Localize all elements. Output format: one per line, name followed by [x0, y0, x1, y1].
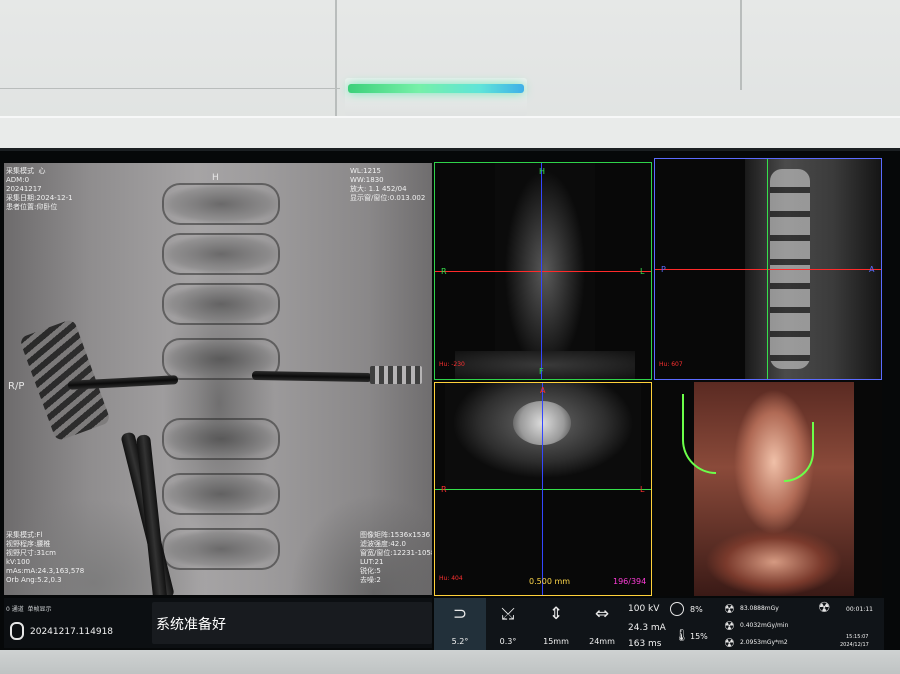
screw-thread [370, 366, 422, 384]
xray-info-top-right: WL:1215 WW:1830 放大: 1.1 452/04 显示窗/窗位:0.… [350, 167, 426, 202]
vertebra [162, 183, 280, 225]
crosshair-horizontal[interactable] [435, 489, 651, 490]
axial-hu-value: Hu: 404 [439, 575, 463, 582]
radiation-icon: ☢ [724, 619, 735, 633]
3d-volume-view[interactable] [654, 382, 882, 596]
axial-left-label: R [441, 485, 447, 494]
coronal-anatomy [455, 351, 635, 379]
mpr-coronal-view[interactable]: H F R L Hu: -230 [434, 162, 652, 380]
xray-info-bottom-left: 采集模式:Fl 视野程序:腰椎 视野尺寸:31cm kV:100 mAs:mA:… [6, 531, 85, 584]
angle-1-value: 5.2° [451, 637, 469, 646]
clock-date: 2024/12/17 [840, 642, 869, 648]
ma-value: 24.3 mA [628, 623, 666, 633]
angle-2-button[interactable]: ⤩ 0.3° [482, 598, 534, 650]
app-label: 0 通道 单帧显示 [6, 606, 52, 613]
move-vertical-icon: ⇕ [548, 604, 564, 624]
tube-heat-icon [670, 602, 684, 616]
sagittal-left-label: P [661, 265, 666, 274]
radiation-icon: ☢ [724, 602, 735, 616]
distance-2-value: 24mm [589, 637, 615, 646]
slice-index: 196/394 [613, 577, 647, 586]
xray-info-top-left: 采集模式 心 ADM:0 20241217 采集日期:2024-12-1 患者位… [6, 167, 73, 211]
crosshair-vertical[interactable] [767, 159, 768, 379]
mpr-sagittal-view[interactable]: P A Hu: 607 [654, 158, 882, 380]
guide-wire-left [682, 394, 716, 474]
temp-value: 15% [690, 632, 708, 641]
vertebra [162, 528, 280, 570]
guide-rod-right [251, 370, 373, 383]
distance-1-value: 15mm [543, 637, 569, 646]
clock-time: 15:15:07 [846, 634, 869, 640]
ceiling-seam [0, 88, 340, 89]
sagittal-hu-value: Hu: 607 [659, 361, 683, 368]
status-lamp-light [348, 84, 524, 93]
status-message: 系统准备好 [156, 617, 226, 633]
distance-1-button[interactable]: ⇕ 15mm [530, 598, 582, 650]
kv-value: 100 kV [628, 604, 660, 614]
move-horizontal-icon: ⇔ [594, 604, 610, 624]
coronal-right-label: L [640, 267, 645, 276]
dose-rate: 0.4032mGy/min [740, 622, 789, 629]
coronal-bottom-label: F [539, 367, 544, 376]
vertebra [162, 418, 280, 460]
crosshair-horizontal[interactable] [435, 271, 651, 272]
crosshair-vertical[interactable] [542, 383, 543, 595]
axial-right-label: L [640, 485, 645, 494]
dap-value: 2.0953mGy*m2 [740, 639, 788, 646]
device-logo-icon [10, 622, 24, 640]
xray-info-bottom-right: 图像矩阵:1536x1536 滤波强度:42.0 窗宽/窗位:12231-105… [360, 531, 432, 584]
sagittal-right-label: A [869, 265, 875, 274]
top-orientation-label: H [212, 173, 219, 183]
volume-render [694, 382, 854, 596]
photo-scene: 采集模式 心 ADM:0 20241217 采集日期:2024-12-1 患者位… [0, 0, 900, 674]
vertebra [162, 233, 280, 275]
dose-total: 83.0888mGy [740, 605, 779, 612]
coronal-hu-value: Hu: -230 [439, 361, 465, 368]
exam-id: 20241217.114918 [30, 627, 114, 637]
heat-value: 8% [690, 605, 703, 614]
coronal-left-label: R [441, 267, 447, 276]
rotate-c-arm-icon: ⊃ [452, 604, 468, 624]
ms-value: 163 ms [628, 639, 662, 649]
orientation-label: R/P [8, 381, 25, 392]
coronal-top-label: H [539, 167, 546, 176]
crosshair-vertical[interactable] [541, 163, 542, 379]
control-panel: ⊃ 5.2° ⤩ 0.3° ⇕ 15mm ⇔ 24mm 100 kV 24.3 … [434, 598, 884, 650]
angle-2-value: 0.3° [499, 637, 517, 646]
slice-thickness: 0.500 mm [529, 577, 571, 586]
thermometer-icon: 🌡 [674, 628, 690, 642]
angle-1-button[interactable]: ⊃ 5.2° [434, 598, 486, 650]
fluoroscopy-viewport[interactable]: 采集模式 心 ADM:0 20241217 采集日期:2024-12-1 患者位… [4, 163, 432, 595]
radiation-icon: ☢ [724, 636, 735, 650]
distance-2-button[interactable]: ⇔ 24mm [576, 598, 628, 650]
vertebra [162, 283, 280, 325]
fluoro-timer: 00:01:11 [846, 606, 873, 613]
axial-top-label: A [540, 386, 546, 395]
ceiling-seam [335, 0, 337, 116]
rotate-x-icon: ⤩ [501, 604, 515, 624]
monitor-chin [0, 650, 900, 674]
mpr-axial-view[interactable]: A R L Hu: 404 0.500 mm 196/394 [434, 382, 652, 596]
ceiling-seam [740, 0, 742, 90]
radiation-status-icon: ☢ [818, 600, 831, 616]
crosshair-horizontal[interactable] [655, 269, 881, 270]
vertebra [162, 473, 280, 515]
